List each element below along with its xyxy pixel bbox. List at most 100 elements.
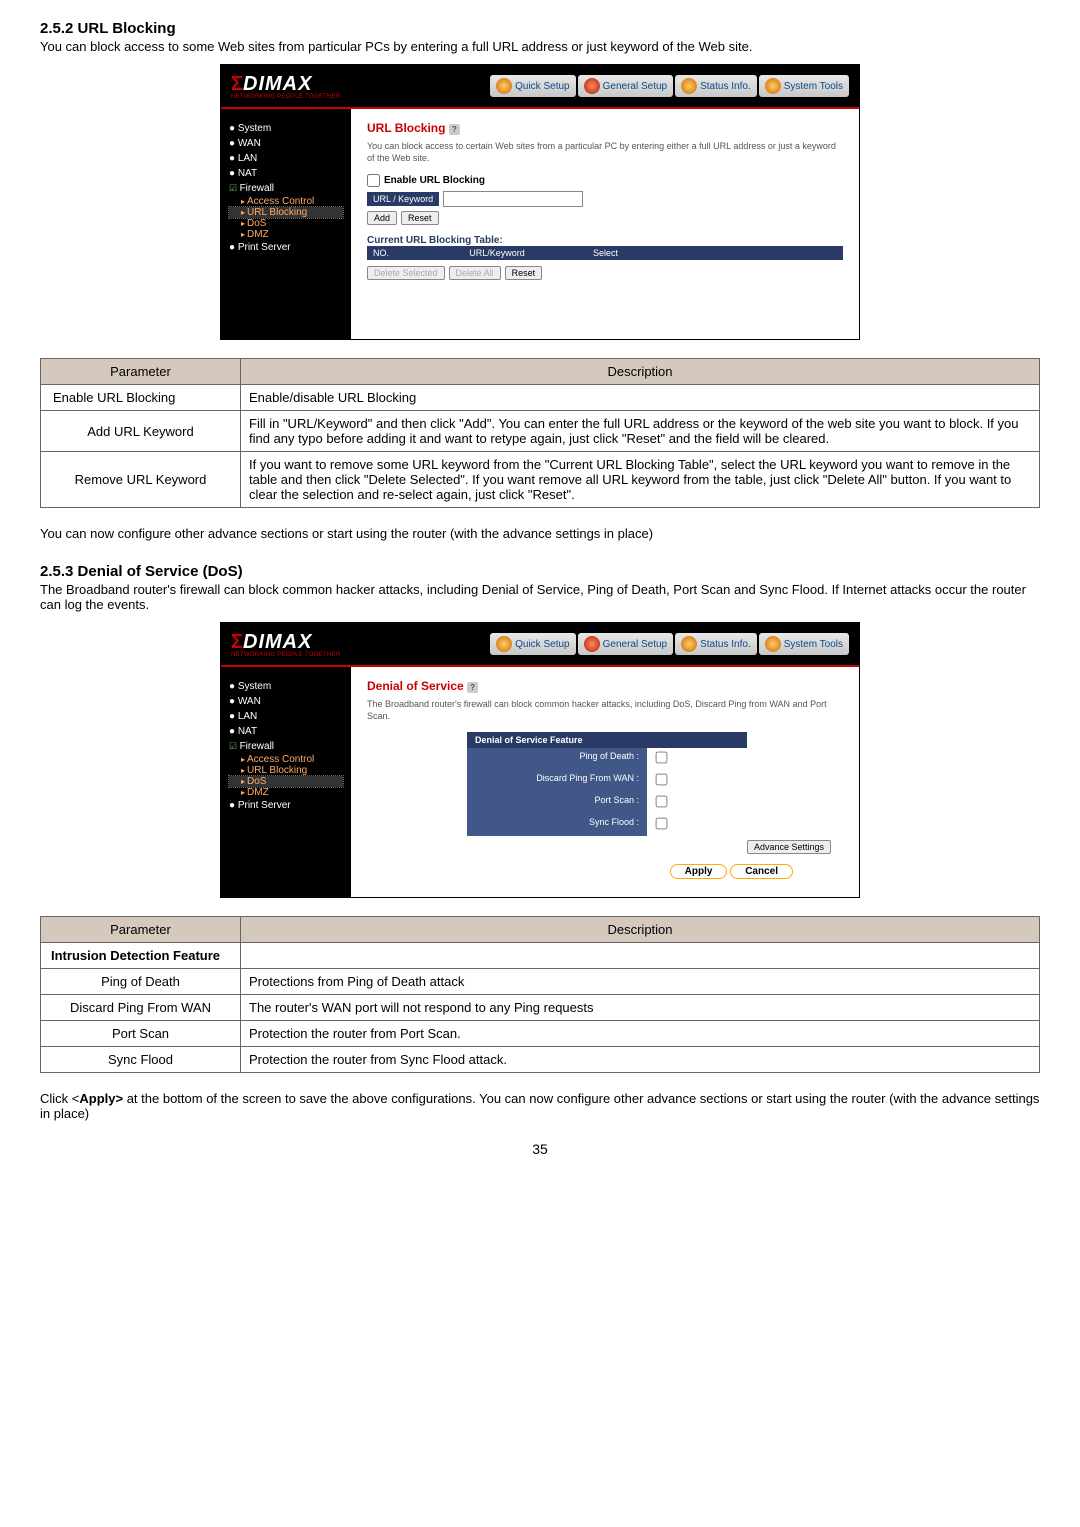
footer-text: Click <Apply> at the bottom of the scree… xyxy=(40,1091,1040,1121)
url-keyword-label: URL / Keyword xyxy=(367,192,439,206)
sidebar-item-wan[interactable]: WAN xyxy=(229,136,343,151)
sidebar-item-firewall[interactable]: Firewall xyxy=(229,739,343,754)
param-cell: Add URL Keyword xyxy=(41,411,241,452)
sidebar-item-system[interactable]: System xyxy=(229,679,343,694)
page-number: 35 xyxy=(40,1141,1040,1157)
table-row: Intrusion Detection Feature xyxy=(41,943,1040,969)
table-row: Discard Ping From WAN The router's WAN p… xyxy=(41,995,1040,1021)
param-cell: Discard Ping From WAN xyxy=(41,995,241,1021)
section-heading: 2.5.2 URL Blocking xyxy=(40,20,1040,37)
sidebar-item-nat[interactable]: NAT xyxy=(229,724,343,739)
url-keyword-input[interactable] xyxy=(443,191,583,207)
section-title: URL Blocking xyxy=(78,20,176,37)
nav-general-setup[interactable]: General Setup xyxy=(578,75,674,97)
globe-icon xyxy=(584,636,600,652)
dos-feature-grid: Denial of Service Feature Ping of Death … xyxy=(467,732,843,854)
th-parameter: Parameter xyxy=(41,917,241,943)
sidebar-item-access-control[interactable]: Access Control xyxy=(229,196,343,207)
content-panel: Denial of Service ? The Broadband router… xyxy=(351,667,859,897)
panel-desc: The Broadband router's firewall can bloc… xyxy=(367,699,843,722)
add-button[interactable]: Add xyxy=(367,211,397,225)
sidebar-item-nat[interactable]: NAT xyxy=(229,166,343,181)
section-num: 2.5.3 xyxy=(40,563,73,580)
desc-cell: Protection the router from Sync Flood at… xyxy=(241,1047,1040,1073)
discard-ping-wan-checkbox[interactable] xyxy=(656,774,668,786)
nav-quick-setup[interactable]: Quick Setup xyxy=(490,633,575,655)
desc-cell: Enable/disable URL Blocking xyxy=(241,385,1040,411)
reset-table-button[interactable]: Reset xyxy=(505,266,543,280)
param-cell: Remove URL Keyword xyxy=(41,452,241,508)
port-scan-checkbox[interactable] xyxy=(656,796,668,808)
table-row: Add URL Keyword Fill in "URL/Keyword" an… xyxy=(41,411,1040,452)
th-url-keyword: URL/Keyword xyxy=(407,246,587,260)
logo-subtitle: NETWORKING PEOPLE TOGETHER xyxy=(231,94,341,100)
nav-system-tools[interactable]: System Tools xyxy=(759,75,849,97)
help-icon[interactable]: ? xyxy=(449,124,460,135)
sidebar-item-system[interactable]: System xyxy=(229,121,343,136)
table-row: Remove URL Keyword If you want to remove… xyxy=(41,452,1040,508)
panel-desc: You can block access to certain Web site… xyxy=(367,141,843,164)
sidebar-item-dmz[interactable]: DMZ xyxy=(229,229,343,240)
sidebar-item-dmz[interactable]: DMZ xyxy=(229,787,343,798)
apply-button[interactable]: Apply xyxy=(670,864,728,879)
sync-flood-label: Sync Flood : xyxy=(467,814,647,836)
table-row: Enable URL Blocking Enable/disable URL B… xyxy=(41,385,1040,411)
section-intro: You can block access to some Web sites f… xyxy=(40,39,1040,54)
param-cell: Ping of Death xyxy=(41,969,241,995)
delete-all-button[interactable]: Delete All xyxy=(449,266,501,280)
discard-ping-wan-label: Discard Ping From WAN : xyxy=(467,770,647,792)
enable-url-blocking-label: Enable URL Blocking xyxy=(384,175,485,186)
nav-buttons: Quick Setup General Setup Status Info. S… xyxy=(490,633,849,655)
th-select: Select xyxy=(587,246,647,260)
section-intro: The Broadband router's firewall can bloc… xyxy=(40,582,1040,612)
blocking-table-header: NO. URL/Keyword Select xyxy=(367,246,843,260)
ping-of-death-checkbox[interactable] xyxy=(656,752,668,764)
sidebar-item-url-blocking[interactable]: URL Blocking xyxy=(229,207,343,218)
nav-general-setup[interactable]: General Setup xyxy=(578,633,674,655)
desc-cell xyxy=(241,943,1040,969)
nav-status-info[interactable]: Status Info. xyxy=(675,633,757,655)
param-cell: Enable URL Blocking xyxy=(41,385,241,411)
globe-icon xyxy=(765,78,781,94)
help-icon[interactable]: ? xyxy=(467,682,478,693)
cancel-button[interactable]: Cancel xyxy=(730,864,793,879)
nav-quick-setup[interactable]: Quick Setup xyxy=(490,75,575,97)
ping-of-death-label: Ping of Death : xyxy=(467,748,647,770)
th-no: NO. xyxy=(367,246,407,260)
after-text: You can now configure other advance sect… xyxy=(40,526,1040,541)
sidebar-item-lan[interactable]: LAN xyxy=(229,151,343,166)
blocking-table-title: Current URL Blocking Table: xyxy=(367,235,843,246)
sidebar: System WAN LAN NAT Firewall Access Contr… xyxy=(221,667,351,897)
sidebar-item-wan[interactable]: WAN xyxy=(229,694,343,709)
advance-settings-button[interactable]: Advance Settings xyxy=(747,840,831,854)
nav-status-info[interactable]: Status Info. xyxy=(675,75,757,97)
section-title: Denial of Service (DoS) xyxy=(78,563,243,580)
edimax-logo: ΣDIMAX NETWORKING PEOPLE TOGETHER xyxy=(231,631,341,658)
table-row: Sync Flood Protection the router from Sy… xyxy=(41,1047,1040,1073)
sidebar-item-access-control[interactable]: Access Control xyxy=(229,754,343,765)
sidebar-item-print-server[interactable]: Print Server xyxy=(229,240,343,255)
sidebar-item-url-blocking[interactable]: URL Blocking xyxy=(229,765,343,776)
dos-param-table: Parameter Description Intrusion Detectio… xyxy=(40,916,1040,1073)
panel-title: Denial of Service ? xyxy=(367,679,843,693)
panel-title: URL Blocking ? xyxy=(367,121,843,135)
sidebar: System WAN LAN NAT Firewall Access Contr… xyxy=(221,109,351,339)
sync-flood-checkbox[interactable] xyxy=(656,818,668,830)
sidebar-item-lan[interactable]: LAN xyxy=(229,709,343,724)
param-cell: Intrusion Detection Feature xyxy=(41,943,241,969)
globe-icon xyxy=(584,78,600,94)
desc-cell: If you want to remove some URL keyword f… xyxy=(241,452,1040,508)
nav-system-tools[interactable]: System Tools xyxy=(759,633,849,655)
sidebar-item-firewall[interactable]: Firewall xyxy=(229,181,343,196)
port-scan-label: Port Scan : xyxy=(467,792,647,814)
sidebar-item-dos[interactable]: DoS xyxy=(229,218,343,229)
screenshot-header: ΣDIMAX NETWORKING PEOPLE TOGETHER Quick … xyxy=(221,65,859,107)
sidebar-item-dos[interactable]: DoS xyxy=(229,776,343,787)
param-cell: Sync Flood xyxy=(41,1047,241,1073)
enable-url-blocking-checkbox[interactable] xyxy=(367,174,380,187)
delete-selected-button[interactable]: Delete Selected xyxy=(367,266,445,280)
sidebar-item-print-server[interactable]: Print Server xyxy=(229,798,343,813)
reset-button[interactable]: Reset xyxy=(401,211,439,225)
screenshot-header: ΣDIMAX NETWORKING PEOPLE TOGETHER Quick … xyxy=(221,623,859,665)
desc-cell: The router's WAN port will not respond t… xyxy=(241,995,1040,1021)
